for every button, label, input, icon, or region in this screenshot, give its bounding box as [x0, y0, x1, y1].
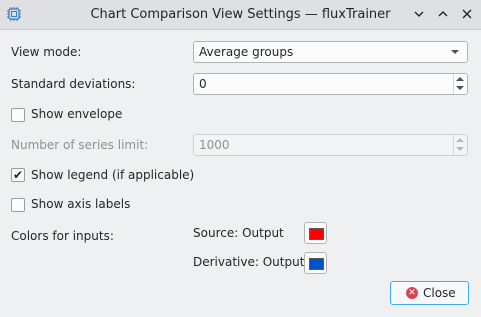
show-axis-labels-checkbox[interactable] [11, 198, 25, 212]
increment-arrow-icon[interactable] [456, 138, 464, 142]
color-input-label: Derivative: Output [193, 255, 305, 269]
show-axis-labels-label[interactable]: Show axis labels [31, 197, 130, 211]
view-mode-label: View mode: [11, 45, 82, 59]
color-swatch [309, 258, 324, 270]
colors-label: Colors for inputs: [11, 229, 114, 243]
window-close-button[interactable] [458, 5, 476, 23]
window-title: Chart Comparison View Settings — fluxTra… [90, 7, 391, 22]
std-dev-label: Standard deviations: [11, 77, 136, 91]
maximize-button[interactable] [434, 5, 452, 23]
close-button[interactable]: ✕ Close [390, 281, 469, 305]
decrement-arrow-icon[interactable] [456, 147, 464, 151]
show-envelope-label[interactable]: Show envelope [31, 107, 122, 121]
decrement-arrow-icon[interactable] [456, 86, 464, 90]
minimize-button[interactable] [410, 5, 428, 23]
series-limit-label: Number of series limit: [11, 138, 149, 152]
view-mode-combobox[interactable]: Average groups [193, 41, 468, 63]
std-dev-stepper[interactable] [453, 74, 467, 94]
color-input-label: Source: Output [193, 226, 284, 240]
series-limit-stepper[interactable] [453, 135, 467, 155]
chevron-down-icon [451, 50, 459, 54]
close-circle-icon: ✕ [406, 287, 418, 299]
close-button-label: Close [423, 286, 456, 300]
chevron-up-icon [438, 11, 448, 17]
derivative-color-button[interactable] [304, 252, 327, 274]
series-limit-spinbox[interactable]: 1000 [193, 134, 468, 156]
std-dev-value: 0 [199, 77, 207, 91]
show-legend-label[interactable]: Show legend (if applicable) [31, 168, 194, 182]
view-mode-value: Average groups [199, 45, 294, 59]
title-bar: Chart Comparison View Settings — fluxTra… [0, 0, 481, 30]
checkmark-icon: ✔ [13, 168, 24, 182]
close-icon [462, 9, 472, 19]
series-limit-value: 1000 [199, 138, 230, 152]
std-dev-spinbox[interactable]: 0 [193, 73, 468, 95]
color-swatch [309, 228, 324, 240]
show-envelope-checkbox[interactable] [11, 108, 25, 122]
chevron-down-icon [414, 11, 424, 17]
increment-arrow-icon[interactable] [456, 77, 464, 81]
source-color-button[interactable] [304, 222, 327, 244]
show-legend-checkbox[interactable]: ✔ [11, 168, 25, 182]
